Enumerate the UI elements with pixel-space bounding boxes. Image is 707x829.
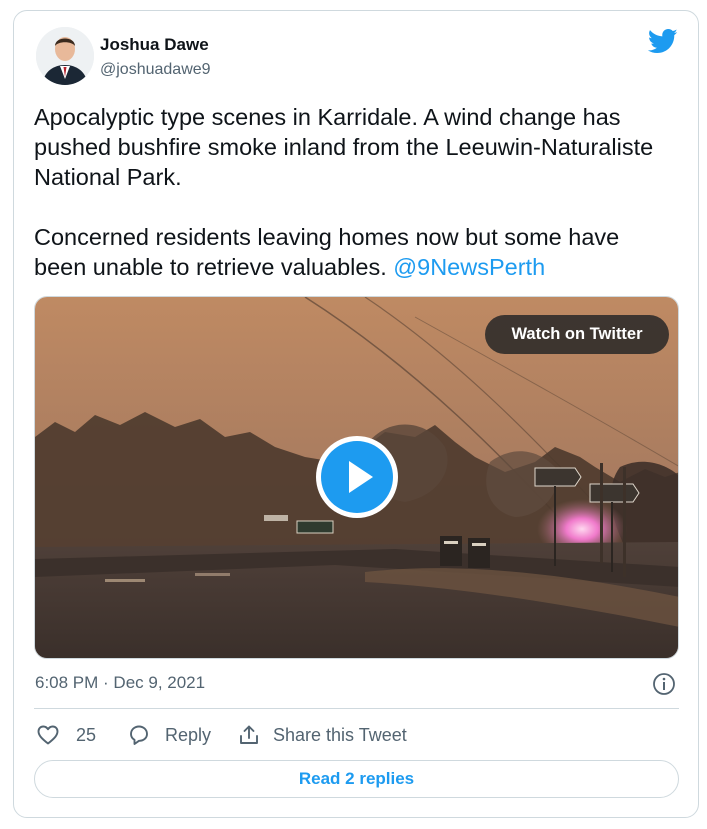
reply-icon [130, 725, 148, 745]
share-label: Share this Tweet [273, 724, 407, 745]
play-icon [349, 461, 373, 493]
video-media[interactable]: Watch on Twitter [34, 296, 679, 659]
avatar[interactable] [36, 27, 94, 85]
reply-button[interactable]: Reply [127, 720, 211, 750]
like-button[interactable]: 25 [36, 720, 96, 750]
watch-on-twitter-button[interactable]: Watch on Twitter [485, 315, 669, 354]
tweet-text: Apocalyptic type scenes in Karridale. A … [34, 102, 674, 282]
read-replies-button[interactable]: Read 2 replies [34, 760, 679, 798]
play-button[interactable] [316, 436, 398, 518]
play-button-circle [321, 441, 393, 513]
twitter-bird-icon[interactable] [648, 29, 678, 54]
tweet-timestamp[interactable]: 6:08 PM · Dec 9, 2021 [35, 673, 205, 693]
reply-label: Reply [165, 724, 212, 745]
mention-link[interactable]: @9NewsPerth [393, 254, 545, 280]
tweet-paragraph-1: Apocalyptic type scenes in Karridale. A … [34, 104, 654, 190]
author-name[interactable]: Joshua Dawe [100, 35, 209, 55]
like-count: 25 [76, 724, 97, 745]
author-handle[interactable]: @joshuadawe9 [100, 61, 211, 79]
share-icon [240, 725, 258, 744]
divider [34, 708, 679, 709]
info-icon[interactable] [652, 672, 676, 696]
tweet-paragraph-2: Concerned residents leaving homes now bu… [34, 222, 674, 282]
share-tweet-button[interactable]: Share this Tweet [237, 720, 407, 750]
heart-icon [37, 725, 59, 745]
